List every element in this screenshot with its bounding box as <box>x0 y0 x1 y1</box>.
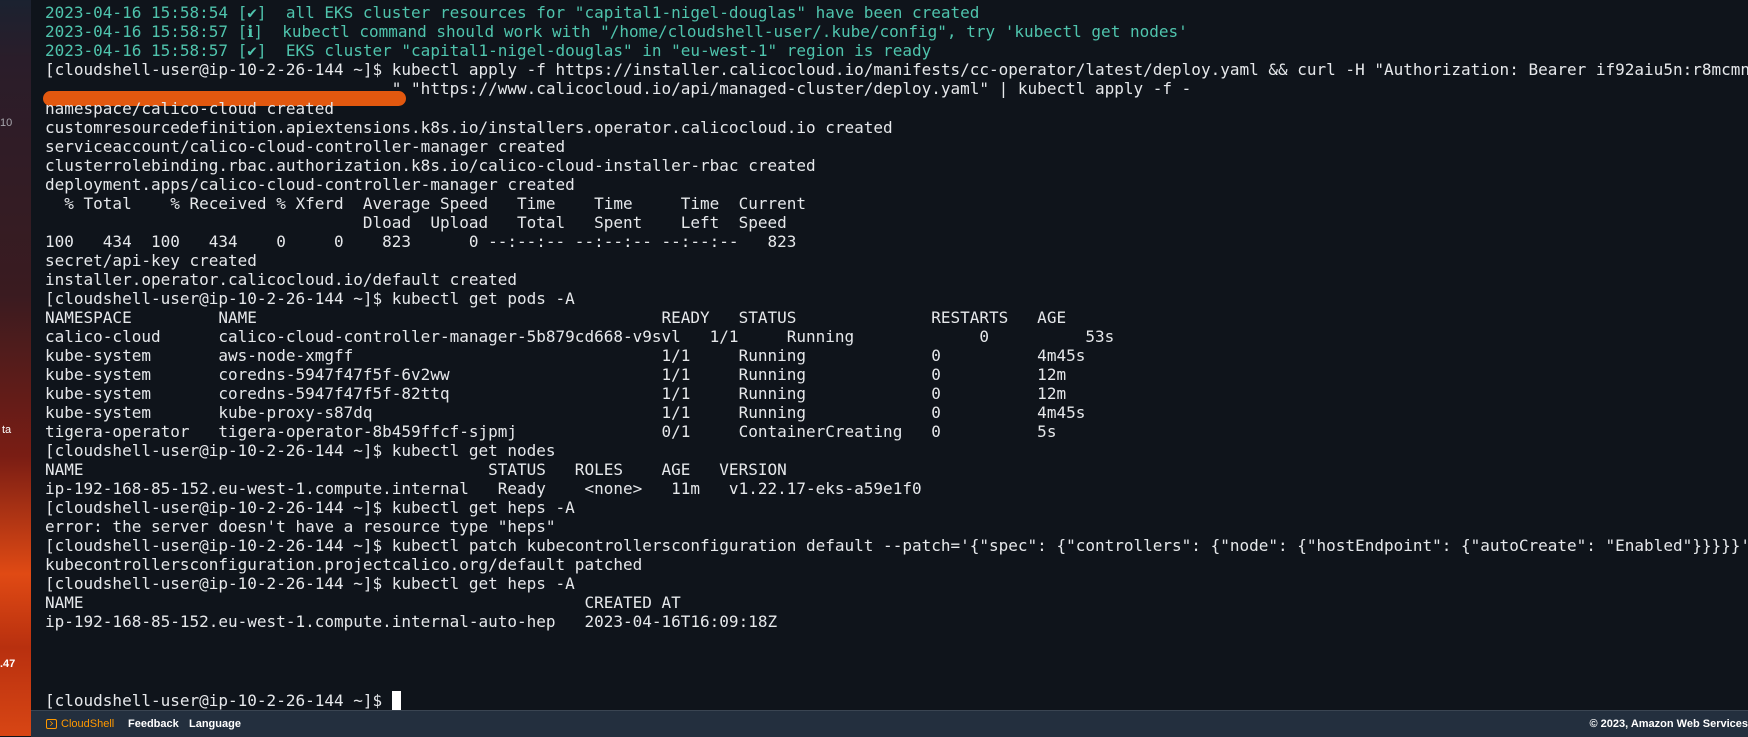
language-selector[interactable]: Language <box>189 717 241 731</box>
terminal-line: kube-system coredns-5947f47f5f-82ttq 1/1… <box>45 384 1067 403</box>
terminal-line: customresourcedefinition.apiextensions.k… <box>45 118 893 137</box>
terminal-line: NAMESPACE NAME READY STATUS RESTARTS AGE <box>45 308 1067 327</box>
terminal-line: NAME CREATED AT <box>45 593 681 612</box>
terminal-line: calico-cloud calico-cloud-controller-man… <box>45 327 1115 346</box>
terminal-line: tigera-operator tigera-operator-8b459ffc… <box>45 422 1057 441</box>
terminal-line: kube-system coredns-5947f47f5f-6v2ww 1/1… <box>45 365 1067 384</box>
terminal-line: [cloudshell-user@ip-10-2-26-144 ~]$ kube… <box>45 498 575 517</box>
terminal-line: ip-192-168-85-152.eu-west-1.compute.inte… <box>45 479 922 498</box>
terminal-line: clusterrolebinding.rbac.authorization.k8… <box>45 156 816 175</box>
desktop-partial-text: ta <box>2 424 12 436</box>
terminal-line: error: the server doesn't have a resourc… <box>45 517 556 536</box>
cloudshell-button[interactable]: CloudShell <box>61 717 114 731</box>
terminal-line: installer.operator.calicocloud.io/defaul… <box>45 270 518 289</box>
terminal-line: kubecontrollersconfiguration.projectcali… <box>45 555 643 574</box>
terminal-line: [cloudshell-user@ip-10-2-26-144 ~]$ kube… <box>45 289 575 308</box>
terminal-line: 2023-04-16 15:58:54 [✔] all EKS cluster … <box>45 3 980 22</box>
cloudshell-terminal-icon <box>46 719 57 729</box>
desktop-background-strip: 10 ta .47 <box>0 0 31 736</box>
terminal-line: [cloudshell-user@ip-10-2-26-144 ~]$ kube… <box>45 574 575 593</box>
terminal-line: serviceaccount/calico-cloud-controller-m… <box>45 137 566 156</box>
terminal-line: secret/api-key created <box>45 251 257 270</box>
terminal-line: ip-192-168-85-152.eu-west-1.compute.inte… <box>45 612 778 631</box>
terminal-line: [cloudshell-user@ip-10-2-26-144 ~]$ kube… <box>45 60 1748 79</box>
terminal-line: Dload Upload Total Spent Left Speed <box>45 213 787 232</box>
terminal-line: [cloudshell-user@ip-10-2-26-144 ~]$ kube… <box>45 536 1748 555</box>
terminal-window[interactable]: 2023-04-16 15:58:54 [✔] all EKS cluster … <box>31 0 1748 710</box>
terminal-line: namespace/calico-cloud created <box>45 99 334 118</box>
terminal-line: NAME STATUS ROLES AGE VERSION <box>45 460 787 479</box>
terminal-line: 100 434 100 434 0 0 823 0 --:--:-- --:--… <box>45 232 797 251</box>
terminal-line: [cloudshell-user@ip-10-2-26-144 ~]$ kube… <box>45 441 556 460</box>
desktop-partial-text: .47 <box>0 658 16 670</box>
desktop-partial-text: 10 <box>0 117 13 129</box>
terminal-line: 2023-04-16 15:58:57 [ℹ] kubectl command … <box>45 22 1188 41</box>
cloudshell-footer: CloudShell Feedback Language © 2023, Ama… <box>31 710 1748 737</box>
terminal-cursor <box>392 691 401 710</box>
feedback-link[interactable]: Feedback <box>128 717 179 731</box>
terminal-line: deployment.apps/calico-cloud-controller-… <box>45 175 575 194</box>
terminal-line: % Total % Received % Xferd Average Speed… <box>45 194 806 213</box>
terminal-line: kube-system aws-node-xmgff 1/1 Running 0… <box>45 346 1086 365</box>
copyright-text: © 2023, Amazon Web Services <box>1589 718 1748 730</box>
terminal-line: kube-system kube-proxy-s87dq 1/1 Running… <box>45 403 1086 422</box>
terminal-prompt: [cloudshell-user@ip-10-2-26-144 ~]$ <box>45 691 392 710</box>
terminal-line: 2023-04-16 15:58:57 [✔] EKS cluster "cap… <box>45 41 932 60</box>
